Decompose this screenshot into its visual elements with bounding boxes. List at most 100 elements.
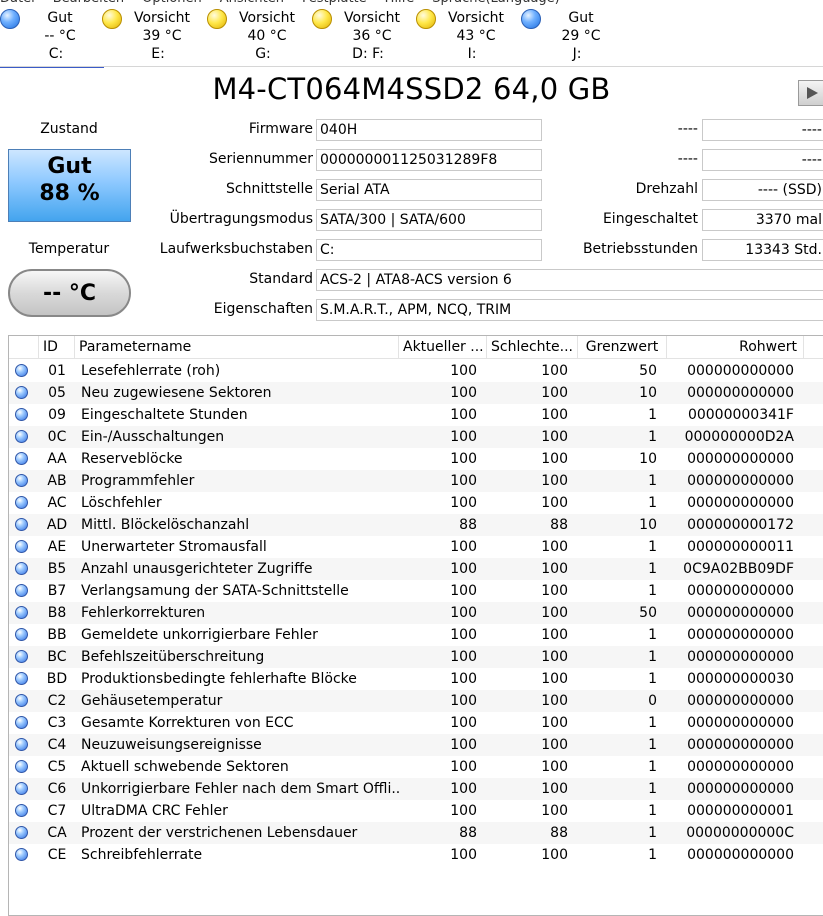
table-cell: 100: [450, 737, 477, 753]
table-row[interactable]: BD Produktionsbedingte fehlerhafte Blöcke…: [9, 668, 823, 690]
table-cell: C6: [47, 781, 67, 797]
table-row[interactable]: AC Löschfehler 100 100 1 000000000000: [9, 492, 823, 514]
table-cell: C7: [47, 803, 67, 819]
table-cell: Anzahl unausgerichteter Zugriffe: [81, 561, 313, 577]
status-orb-icon: [15, 848, 28, 861]
drive-tab[interactable]: Vorsicht 43 °C I:: [416, 6, 520, 66]
health-status-button[interactable]: Gut 88 %: [8, 149, 131, 222]
smart-attributes-table[interactable]: ID Parametername Aktueller ... Schlechte...…: [8, 335, 823, 916]
temperature-label: Temperatur: [28, 241, 110, 257]
table-row[interactable]: 01 Lesefehlerrate (roh) 100 100 50 0000000000…: [9, 360, 823, 382]
table-cell: 100: [541, 649, 568, 665]
temperature-button[interactable]: -- °C: [8, 269, 131, 317]
interface-field: Serial ATA: [316, 179, 542, 201]
drive-letter: I:: [467, 46, 477, 62]
menu-item[interactable]: Festplatte: [302, 0, 367, 5]
table-cell: 88: [550, 517, 568, 533]
table-row[interactable]: AE Unerwarteter Stromausfall 100 100 1 000000…: [9, 536, 823, 558]
status-orb-icon: [15, 540, 28, 553]
drive-letter: D: F:: [352, 46, 384, 62]
column-header-status[interactable]: [9, 336, 39, 358]
table-cell: 1: [648, 825, 657, 841]
table-cell: Neu zugewiesene Sektoren: [81, 385, 272, 401]
table-row[interactable]: BC Befehlszeitüberschreitung 100 100 1 000000…: [9, 646, 823, 668]
standard-field: ACS-2 | ATA8-ACS version 6: [316, 269, 823, 291]
table-cell: 000000000011: [687, 539, 794, 555]
table-cell: Löschfehler: [81, 495, 162, 511]
table-row[interactable]: CE Schreibfehlerrate 100 100 1 000000000000: [9, 844, 823, 866]
table-cell: 100: [541, 385, 568, 401]
table-cell: 100: [541, 605, 568, 621]
drive-tab[interactable]: Gut 29 °C J:: [521, 6, 625, 66]
table-cell: 000000000000: [687, 473, 794, 489]
table-row[interactable]: B7 Verlangsamung der SATA-Schnittstelle 10…: [9, 580, 823, 602]
drive-tab[interactable]: Vorsicht 39 °C E:: [102, 6, 206, 66]
table-cell: 100: [450, 473, 477, 489]
table-cell: UltraDMA CRC Fehler: [81, 803, 228, 819]
column-header[interactable]: Grenzwert: [578, 336, 667, 358]
table-row[interactable]: 09 Eingeschaltete Stunden 100 100 1 000000003…: [9, 404, 823, 426]
table-cell: 100: [450, 649, 477, 665]
table-cell: 100: [541, 495, 568, 511]
menu-item[interactable]: Sprache(Language): [432, 0, 560, 5]
table-cell: 100: [541, 429, 568, 445]
table-cell: 000000000000: [687, 451, 794, 467]
table-cell: 1: [648, 759, 657, 775]
drive-tab[interactable]: Vorsicht 40 °C G:: [207, 6, 311, 66]
status-orb-icon: [15, 386, 28, 399]
column-header[interactable]: Parametername: [75, 336, 399, 358]
menu-item[interactable]: Bearbeiten: [53, 0, 124, 5]
table-cell: Eingeschaltete Stunden: [81, 407, 248, 423]
menu-item[interactable]: Datei: [0, 0, 35, 5]
table-row[interactable]: 0C Ein-/Ausschaltungen 100 100 1 000000000D2A: [9, 426, 823, 448]
column-header[interactable]: Rohwert: [667, 336, 804, 358]
status-orb-icon: [15, 738, 28, 751]
rotation-rate-field: ---- (SSD): [702, 179, 823, 201]
menu-item[interactable]: Ansichten: [220, 0, 284, 5]
table-row[interactable]: B8 Fehlerkorrekturen 100 100 50 000000000000: [9, 602, 823, 624]
status-orb-icon: [15, 606, 28, 619]
table-row[interactable]: C7 UltraDMA CRC Fehler 100 100 1 000000000001: [9, 800, 823, 822]
table-row[interactable]: C3 Gesamte Korrekturen von ECC 100 100 1 0000…: [9, 712, 823, 734]
table-row[interactable]: CA Prozent der verstrichenen Lebensdauer 8…: [9, 822, 823, 844]
table-row[interactable]: C2 Gehäusetemperatur 100 100 0 000000000000: [9, 690, 823, 712]
table-cell: 000000000000: [687, 583, 794, 599]
table-row[interactable]: AA Reserveblöcke 100 100 10 000000000000: [9, 448, 823, 470]
drive-tab[interactable]: Vorsicht 36 °C D: F:: [312, 6, 416, 66]
status-orb-icon: [15, 650, 28, 663]
table-cell: 100: [541, 539, 568, 555]
next-drive-button[interactable]: [798, 80, 823, 106]
table-row[interactable]: BB Gemeldete unkorrigierbare Fehler 100 100…: [9, 624, 823, 646]
table-cell: 100: [450, 429, 477, 445]
table-cell: 10: [639, 517, 657, 533]
menu-item[interactable]: Hilfe: [385, 0, 415, 5]
table-cell: Fehlerkorrekturen: [81, 605, 206, 621]
table-row[interactable]: 05 Neu zugewiesene Sektoren 100 100 10 000000…: [9, 382, 823, 404]
table-row[interactable]: AB Programmfehler 100 100 1 000000000000: [9, 470, 823, 492]
column-header[interactable]: ID: [39, 336, 75, 358]
status-orb-icon: [15, 408, 28, 421]
table-cell: Programmfehler: [81, 473, 195, 489]
table-cell: 1: [648, 671, 657, 687]
table-cell: 100: [450, 363, 477, 379]
table-cell: 100: [541, 737, 568, 753]
table-row[interactable]: C5 Aktuell schwebende Sektoren 100 100 1 0000…: [9, 756, 823, 778]
drive-tab[interactable]: Gut -- °C C:: [0, 6, 104, 68]
table-row[interactable]: C6 Unkorrigierbare Fehler nach dem Smart …: [9, 778, 823, 800]
table-row[interactable]: AD Mittl. Blöckelöschanzahl 88 88 10 00000000…: [9, 514, 823, 536]
table-cell: 88: [550, 825, 568, 841]
table-cell: 100: [450, 847, 477, 863]
table-cell: 100: [541, 451, 568, 467]
table-cell: 000000000030: [687, 671, 794, 687]
table-cell: 100: [541, 715, 568, 731]
table-row[interactable]: C4 Neuzuweisungsereignisse 100 100 1 00000000…: [9, 734, 823, 756]
column-header[interactable]: Schlechte...: [487, 336, 578, 358]
status-orb-icon: [15, 430, 28, 443]
table-row[interactable]: B5 Anzahl unausgerichteter Zugriffe 100 100…: [9, 558, 823, 580]
table-cell: Aktuell schwebende Sektoren: [81, 759, 289, 775]
drive-temperature: 40 °C: [247, 28, 287, 44]
table-cell: Gehäusetemperatur: [81, 693, 223, 709]
column-header[interactable]: Aktueller ...: [399, 336, 487, 358]
menu-item[interactable]: Optionen: [142, 0, 202, 5]
table-cell: 000000000000: [687, 385, 794, 401]
